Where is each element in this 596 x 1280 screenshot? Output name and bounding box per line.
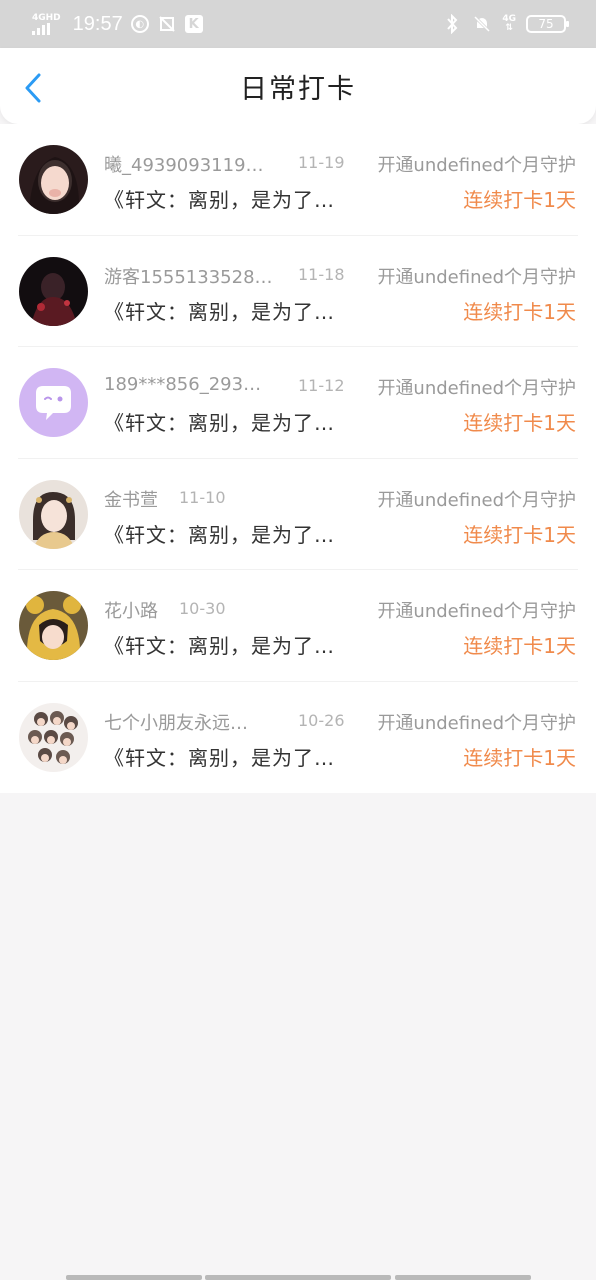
streak-badge: 连续打卡1天 [463,299,576,324]
nav-indicator-center[interactable] [205,1275,391,1280]
avatar[interactable] [19,145,88,214]
network-type-label: 4GHD [32,12,61,23]
guard-status: 开通undefined个月守护 [377,155,576,176]
nav-indicator-right [395,1275,531,1280]
battery-icon: 75 [526,15,569,33]
avatar[interactable] [19,479,88,549]
checkin-date: 10-30 [179,599,226,618]
streak-badge: 连续打卡1天 [463,745,576,770]
status-right: 4G ⇅ 75 [442,14,569,34]
header-bar: 日常打卡 [0,48,596,124]
checkin-content: 《轩文：离别，是为了… [104,634,335,658]
user-name: 七个小朋友永远… [104,712,248,734]
avatar[interactable] [19,702,88,772]
list-item[interactable]: 花小路 10-30 开通undefined个月守护 《轩文：离别，是为了… 连续… [0,570,596,682]
guard-status: 开通undefined个月守护 [377,601,576,622]
page-title: 日常打卡 [240,73,356,105]
back-button[interactable] [18,70,48,106]
list-item[interactable]: 七个小朋友永远… 10-26 开通undefined个月守护 《轩文：离别，是为… [0,682,596,794]
checkin-content: 《轩文：离别，是为了… [104,522,335,547]
streak-badge: 连续打卡1天 [463,634,576,658]
streak-badge: 连续打卡1天 [463,411,576,435]
bluetooth-icon [442,14,462,34]
checkin-date: 11-19 [298,153,345,172]
checkin-date: 11-12 [298,376,345,395]
guard-status: 开通undefined个月守护 [377,489,576,511]
signal-icon: 4GHD [32,12,61,35]
status-bar: 4GHD 19:57 ◐ K 4G ⇅ 75 [0,0,596,48]
checkin-list: 曦_4939093119… 11-19 开通undefined个月守护 《轩文：… [0,124,596,793]
chevron-left-icon [25,73,41,103]
checkin-content: 《轩文：离别，是为了… [104,411,335,435]
avatar[interactable] [19,256,88,326]
avatar[interactable] [19,368,88,437]
screenshot-icon [157,14,177,34]
k-app-icon: K [184,15,203,33]
user-name: 花小路 [104,601,158,622]
clock: 19:57 [72,12,123,35]
app-notification-icon: ◐ [130,15,149,33]
nav-indicator-left [66,1275,202,1280]
guard-status: 开通undefined个月守护 [377,378,576,399]
mute-bell-icon [472,14,492,34]
checkin-content: 《轩文：离别，是为了… [104,745,335,770]
streak-badge: 连续打卡1天 [463,522,576,547]
user-name: 曦_4939093119… [104,155,264,176]
list-item[interactable]: 金书萱 11-10 开通undefined个月守护 《轩文：离别，是为了… 连续… [0,459,596,570]
checkin-date: 11-10 [179,487,226,507]
list-item[interactable]: 189***856_293… 11-12 开通undefined个月守护 《轩文… [0,347,596,459]
user-name: 189***856_293… [104,374,262,395]
guard-status: 开通undefined个月守护 [377,266,576,288]
checkin-date: 10-26 [298,710,345,730]
status-left: 4GHD 19:57 ◐ K [32,13,203,36]
list-item[interactable]: 游客1555133528… 11-18 开通undefined个月守护 《轩文：… [0,236,596,347]
battery-level: 75 [538,17,554,31]
avatar[interactable] [19,591,88,660]
checkin-content: 《轩文：离别，是为了… [104,188,335,212]
user-name: 金书萱 [104,489,158,511]
checkin-content: 《轩文：离别，是为了… [104,299,335,324]
checkin-date: 11-18 [298,264,345,284]
network-4g-icon: 4G ⇅ [502,14,516,33]
streak-badge: 连续打卡1天 [463,188,576,212]
user-name: 游客1555133528… [104,266,273,288]
list-item[interactable]: 曦_4939093119… 11-19 开通undefined个月守护 《轩文：… [0,124,596,236]
guard-status: 开通undefined个月守护 [377,712,576,734]
